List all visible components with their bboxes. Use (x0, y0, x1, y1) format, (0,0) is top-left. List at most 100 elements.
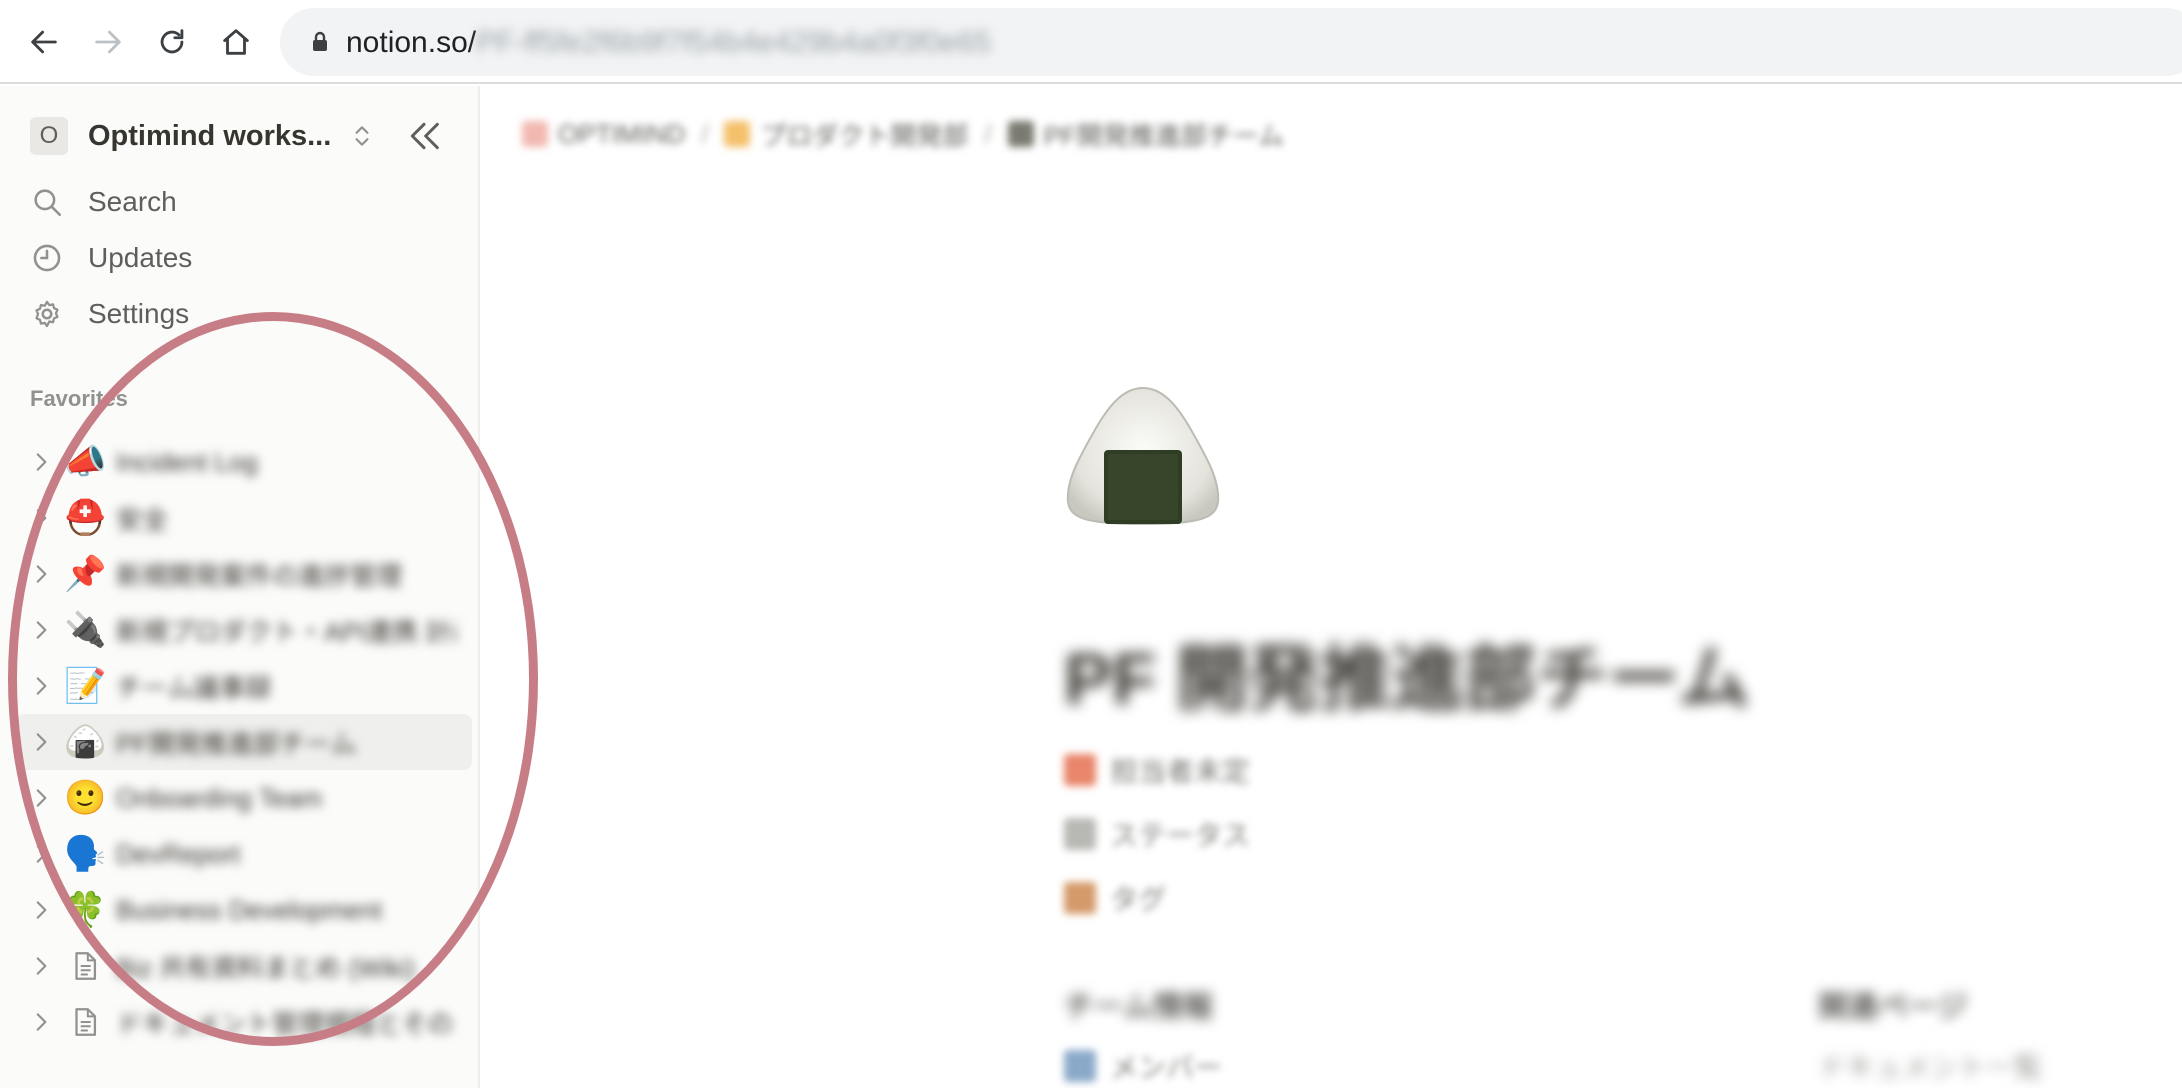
section-left-item[interactable]: メンバー (1064, 1046, 1222, 1086)
favorite-item[interactable]: 📝 チーム議事録 (16, 658, 472, 714)
gear-icon (35, 300, 59, 328)
sidebar-menu: Search Updates Settings (30, 174, 460, 342)
chevron-up-down-icon (355, 126, 369, 146)
chevron-right-icon[interactable] (28, 785, 54, 811)
breadcrumb-item[interactable]: プロダクト開発部 (724, 116, 968, 153)
workspace-switcher[interactable]: O Optimind works... (30, 114, 375, 158)
arrow-right-icon (95, 30, 121, 54)
page-properties: 担当者未定 ステータス タグ (1064, 738, 1664, 930)
favorite-item[interactable]: 🍀 Business Development (16, 882, 472, 938)
page-icon (75, 952, 97, 980)
property-value: タグ (1110, 884, 1167, 915)
home-button[interactable] (206, 12, 266, 72)
breadcrumb-separator: / (701, 118, 709, 149)
chevron-right-icon[interactable] (28, 841, 54, 867)
arrow-left-icon (31, 30, 57, 54)
chevron-right-icon[interactable] (28, 897, 54, 923)
property-value: ステータス (1110, 820, 1251, 851)
sidebar-item-settings[interactable]: Settings (30, 286, 460, 342)
sidebar-item-label: Search (88, 186, 177, 217)
breadcrumb-item[interactable]: OPTIMIND (522, 119, 685, 150)
section-right-item[interactable]: ドキュメント一覧 (1818, 1046, 2042, 1086)
section-heading-right: 関連ページ (1818, 991, 1968, 1024)
favorite-label: 新規開発案件の進捗管理 (116, 560, 403, 591)
property-row[interactable]: 担当者未定 (1064, 738, 1664, 802)
back-button[interactable] (14, 12, 74, 72)
favorite-label: DevReport (116, 838, 241, 869)
megaphone-icon: 📣 (64, 443, 107, 481)
rescue-helmet-icon: ⛑️ (64, 499, 107, 537)
breadcrumb-label: OPTIMIND (558, 118, 686, 149)
favorite-label: チーム議事録 (116, 672, 272, 703)
property-row[interactable]: ステータス (1064, 802, 1664, 866)
breadcrumb-separator: / (984, 118, 992, 149)
plug-icon: 🔌 (64, 611, 107, 649)
chevron-right-icon[interactable] (28, 505, 54, 531)
url-text: notion.so/PF-ff5fe2f6b9f7f54b4e429b4a0f3… (346, 26, 991, 60)
breadcrumb: OPTIMIND / プロダクト開発部 / PF開発推進部チーム (522, 114, 1284, 154)
chevron-right-icon[interactable] (28, 729, 54, 755)
favorites-list: 📣 Incident Log ⛑️ 安全 📌 新規開発案件の進捗管理 🔌 新規プ… (16, 434, 472, 1050)
clover-icon: 🍀 (64, 891, 107, 929)
reload-button[interactable] (142, 12, 202, 72)
workspace-name: Optimind works... (88, 119, 332, 152)
home-icon (223, 29, 249, 55)
chevron-right-icon[interactable] (28, 449, 54, 475)
forward-button[interactable] (78, 12, 138, 72)
browser-toolbar: notion.so/PF-ff5fe2f6b9f7f54b4e429b4a0f3… (0, 0, 2182, 84)
favorite-item[interactable]: 🗣️ DevReport (16, 826, 472, 882)
breadcrumb-item[interactable]: PF開発推進部チーム (1007, 116, 1285, 153)
property-icon (1064, 818, 1096, 850)
favorite-item[interactable]: ドキュメント管理規程とその... (16, 994, 472, 1050)
property-row[interactable]: タグ (1064, 866, 1664, 930)
collapse-sidebar-icon[interactable] (404, 116, 444, 156)
sidebar-item-search[interactable]: Search (30, 174, 460, 230)
breadcrumb-icon (724, 121, 751, 147)
lock-icon (313, 31, 327, 51)
favorite-item[interactable]: 🔌 新規プロダクト・API連携 計画... (16, 602, 472, 658)
favorite-label: 新規プロダクト・API連携 計画... (116, 616, 456, 647)
favorite-item[interactable]: ⛑️ 安全 (16, 490, 472, 546)
favorite-item[interactable]: 📣 Incident Log (16, 434, 472, 490)
address-bar[interactable]: notion.so/PF-ff5fe2f6b9f7f54b4e429b4a0f3… (280, 8, 2182, 76)
sidebar-item-updates[interactable]: Updates (30, 230, 460, 286)
rice-ball-icon[interactable] (1062, 384, 1224, 526)
url-path: PF-ff5fe2f6b9f7f54b4e429b4a0f3f0e65 (476, 26, 991, 59)
favorite-label: Onboarding Team (116, 782, 323, 813)
favorite-item[interactable]: 📌 新規開発案件の進捗管理 (16, 546, 472, 602)
section-item-label: メンバー (1110, 1052, 1223, 1083)
property-icon (1064, 882, 1096, 914)
workspace-avatar: O (30, 117, 68, 155)
rice-ball-icon: 🍙 (64, 723, 107, 761)
favorite-label: 安全 (116, 504, 169, 535)
favorites-heading: Favorites (30, 386, 128, 411)
reload-icon (160, 29, 184, 54)
favorite-label: Incident Log (116, 446, 258, 477)
property-icon (1064, 754, 1096, 786)
favorite-item-active[interactable]: 🍙 PF開発推進部チーム (16, 714, 472, 770)
smiley-icon: 🙂 (64, 779, 107, 817)
favorite-label: Biz 共有資料まとめ (Wiki) (116, 952, 415, 983)
sidebar: O Optimind works... Search Updates Setti… (0, 86, 480, 1088)
breadcrumb-icon (1007, 121, 1034, 147)
page-icon (75, 1008, 97, 1036)
chevron-right-icon[interactable] (28, 953, 54, 979)
chevron-right-icon[interactable] (28, 617, 54, 643)
property-value: 担当者未定 (1110, 756, 1251, 787)
chevron-right-icon[interactable] (28, 673, 54, 699)
favorite-item[interactable]: Biz 共有資料まとめ (Wiki) (16, 938, 472, 994)
speaking-head-icon: 🗣️ (64, 835, 107, 873)
chevron-right-icon[interactable] (28, 1009, 54, 1035)
favorite-label: Business Development (116, 894, 382, 925)
favorite-label: PF開発推進部チーム (116, 728, 357, 759)
breadcrumb-label: PF開発推進部チーム (1043, 120, 1285, 151)
breadcrumb-label: プロダクト開発部 (760, 120, 969, 151)
section-heading-left: チーム情報 (1064, 991, 1214, 1024)
pushpin-icon: 📌 (64, 555, 107, 593)
url-host: notion.so/ (346, 26, 477, 59)
favorite-label: ドキュメント管理規程とその... (116, 1008, 456, 1039)
chevron-right-icon[interactable] (28, 561, 54, 587)
sidebar-item-label: Updates (88, 242, 193, 273)
page-title[interactable]: PF 開発推進部チーム (1064, 620, 1750, 725)
favorite-item[interactable]: 🙂 Onboarding Team (16, 770, 472, 826)
